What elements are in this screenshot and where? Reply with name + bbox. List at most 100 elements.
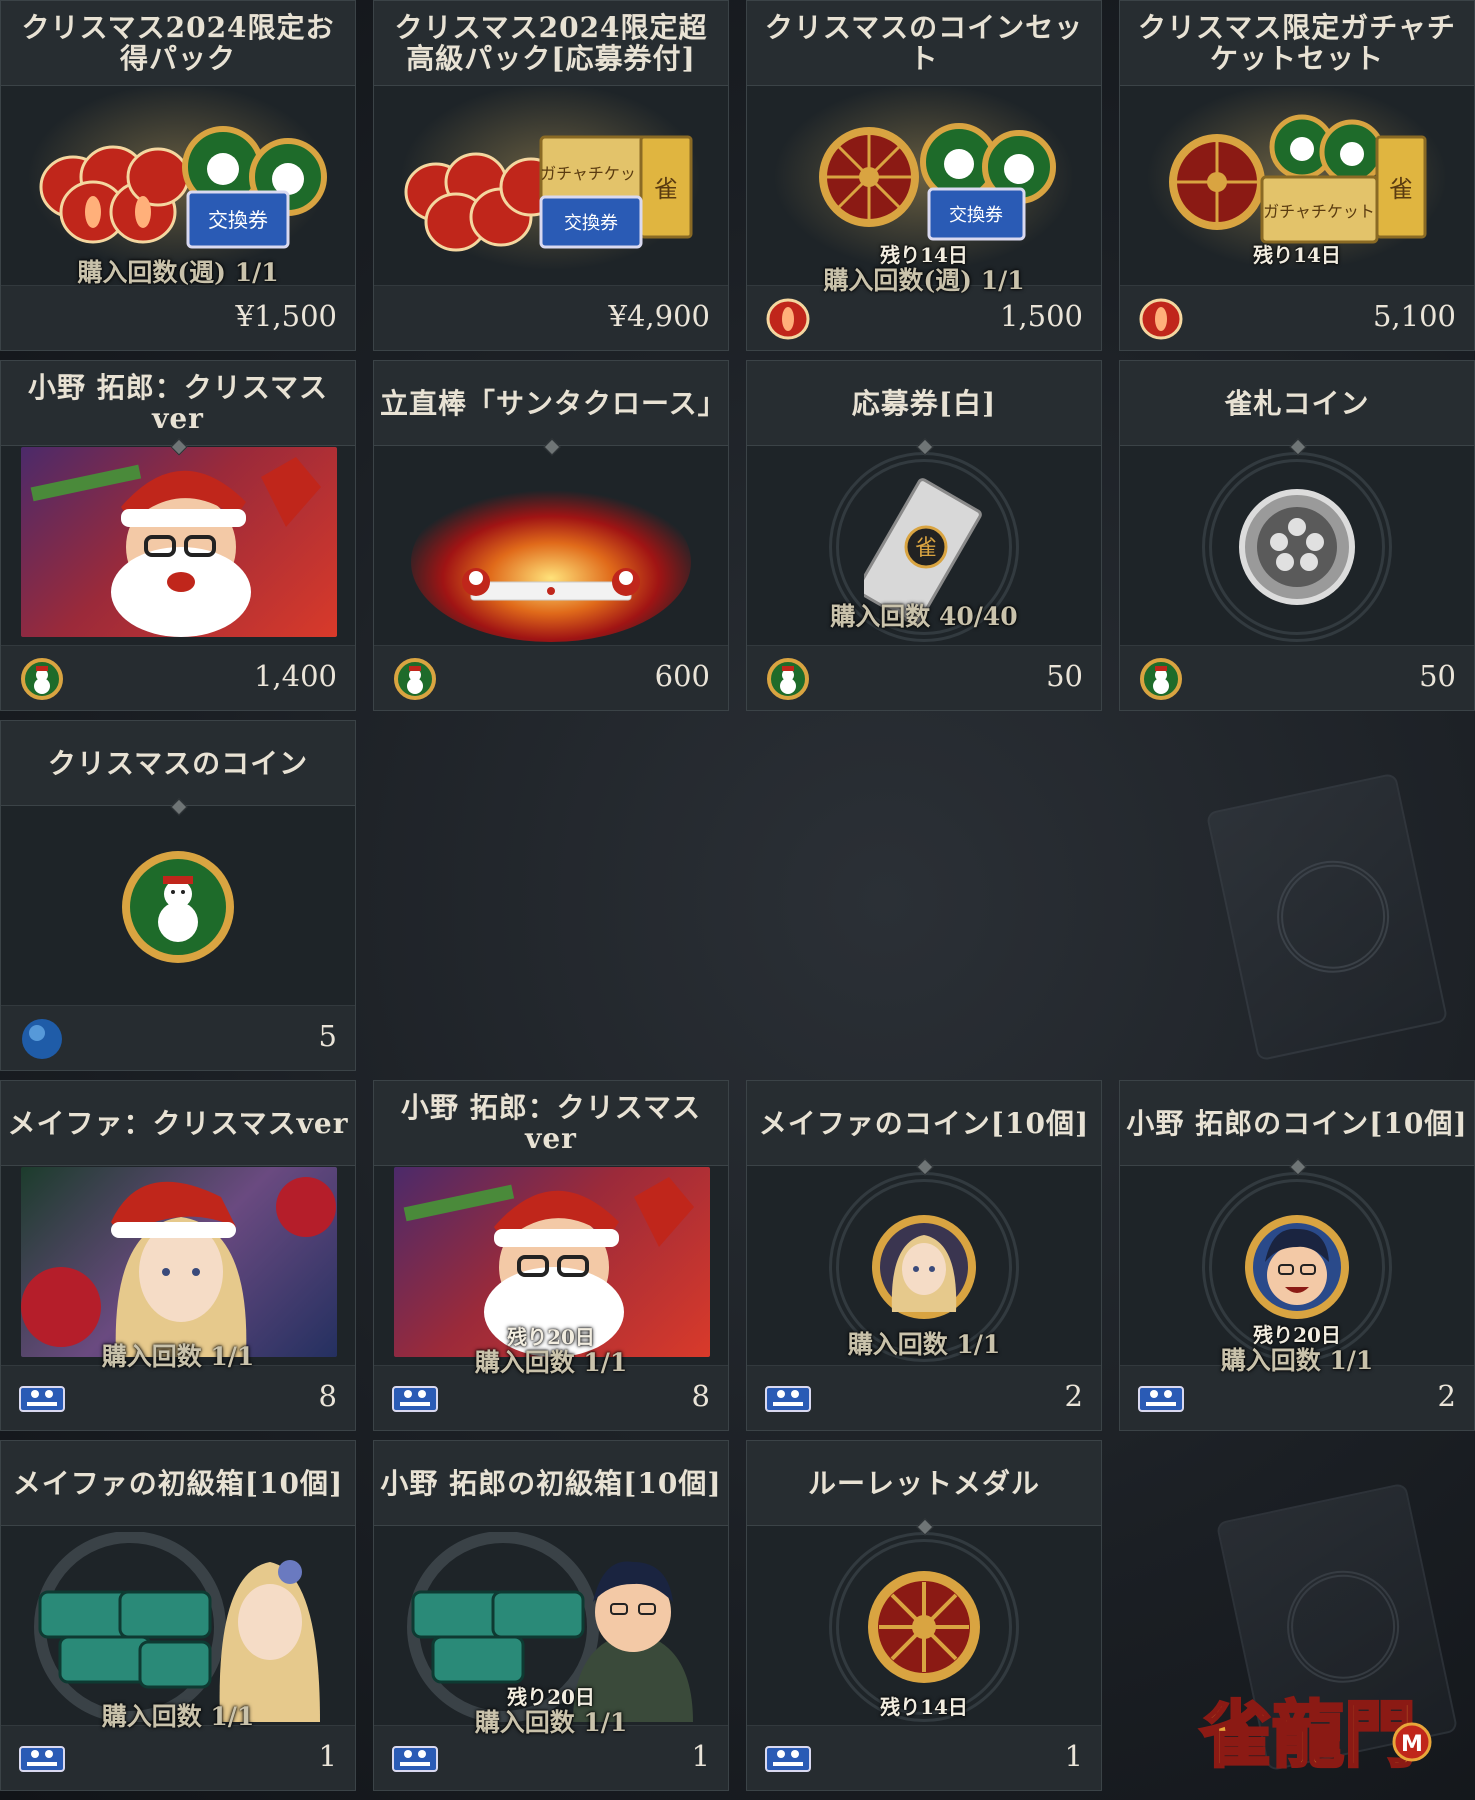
jan-ryu-mon-logo: 雀龍門 M bbox=[1199, 1691, 1432, 1779]
snowman-coin-icon bbox=[394, 658, 436, 700]
purchase-limit: 購入回数 1/1 bbox=[1220, 1346, 1374, 1375]
gem-icon bbox=[1139, 298, 1183, 340]
item-price: ¥1,500 bbox=[235, 299, 337, 333]
shop-item-card[interactable]: 小野 拓郎：クリスマスver 残り20日 購入回数 1/1 8 bbox=[373, 1080, 729, 1431]
shop-item-card[interactable]: ルーレットメダル 残り14日 1 bbox=[746, 1440, 1102, 1791]
svg-text:雀: 雀 bbox=[654, 175, 678, 203]
item-price: 1 bbox=[1064, 1739, 1083, 1773]
item-title: メイファ：クリスマスver bbox=[1, 1081, 355, 1166]
svg-text:雀龍門: 雀龍門 bbox=[1200, 1692, 1416, 1777]
item-image bbox=[1, 807, 355, 1007]
snowman-coin-icon bbox=[1140, 658, 1182, 700]
svg-text:ガチャチケット: ガチャチケット bbox=[1263, 202, 1375, 221]
item-price: 5,100 bbox=[1372, 299, 1456, 333]
shop-item-card[interactable]: クリスマス限定ガチャチケットセット ガチャチケット 雀 残り14日 5,100 bbox=[1119, 0, 1475, 351]
game-logo: 雀龍門 M bbox=[1190, 1680, 1440, 1780]
shop-item-card[interactable]: クリスマス2024限定超高級パック[応募券付] ガチャチケット 雀 交換券 ¥4… bbox=[373, 0, 729, 351]
ticket-icon bbox=[765, 1746, 811, 1772]
svg-text:雀: 雀 bbox=[1389, 175, 1413, 203]
item-title: 小野 拓郎：クリスマスver bbox=[374, 1081, 728, 1166]
item-title: メイファのコイン[10個] bbox=[747, 1081, 1101, 1166]
santa-character-image bbox=[30, 457, 321, 637]
shop-item-card[interactable]: クリスマスのコイン 5 bbox=[0, 720, 356, 1071]
item-title: メイファの初級箱[10個] bbox=[1, 1441, 355, 1526]
roulette-medal-icon bbox=[868, 1571, 980, 1683]
meifa-box-image bbox=[34, 1532, 320, 1722]
orb-icon bbox=[22, 1019, 62, 1059]
shop-item-card[interactable]: クリスマスのコインセット 交換券 残り14日 購入回数(週) 1/1 1,500 bbox=[746, 0, 1102, 351]
item-title: ルーレットメダル bbox=[747, 1441, 1101, 1526]
purchase-limit: 購入回数 1/1 bbox=[847, 1330, 1001, 1359]
shop-item-card[interactable]: メイファ：クリスマスver 購入回数 1/1 8 bbox=[0, 1080, 356, 1431]
item-title: クリスマス2024限定お得パック bbox=[1, 1, 355, 86]
item-footer: 600 bbox=[374, 645, 728, 710]
shop-item-card[interactable]: 小野 拓郎の初級箱[10個] 残り20日 購入回数 1/1 1 bbox=[373, 1440, 729, 1791]
item-title: 小野 拓郎：クリスマスver bbox=[1, 361, 355, 446]
character-portrait bbox=[21, 447, 337, 637]
item-price: 2 bbox=[1437, 1379, 1456, 1413]
item-footer: ¥4,900 bbox=[374, 285, 728, 350]
purchase-limit: 購入回数 1/1 bbox=[101, 1342, 255, 1371]
item-title: クリスマスのコイン bbox=[1, 721, 355, 806]
item-price: 8 bbox=[691, 1379, 710, 1413]
meifa-coin-icon bbox=[872, 1215, 976, 1319]
ticket-icon bbox=[392, 1746, 438, 1772]
item-title: 雀札コイン bbox=[1120, 361, 1474, 446]
shop-item-card[interactable]: 雀札コイン 50 bbox=[1119, 360, 1475, 711]
purchase-limit: 購入回数 1/1 bbox=[474, 1348, 628, 1377]
gem-icon bbox=[766, 298, 810, 340]
item-footer: 5,100 bbox=[1120, 285, 1474, 350]
ticket-icon bbox=[19, 1386, 65, 1412]
item-image bbox=[1120, 447, 1474, 647]
item-price: 50 bbox=[1419, 659, 1456, 693]
purchase-limit: 購入回数 1/1 bbox=[474, 1708, 628, 1737]
ticket-icon bbox=[19, 1746, 65, 1772]
item-image: ガチャチケット 雀 交換券 bbox=[374, 87, 728, 287]
shop-item-card[interactable]: クリスマス2024限定お得パック 交換券 購入回数(週) 1/1 ¥1,500 bbox=[0, 0, 356, 351]
item-title: クリスマス2024限定超高級パック[応募券付] bbox=[374, 1, 728, 86]
premium-pack-icon: ガチャチケット 雀 交換券 bbox=[404, 135, 693, 252]
item-title: 小野 拓郎の初級箱[10個] bbox=[374, 1441, 728, 1526]
purchase-limit: 購入回数(週) 1/1 bbox=[77, 258, 279, 287]
shop-item-card[interactable]: メイファの初級箱[10個] 購入回数 1/1 1 bbox=[0, 1440, 356, 1791]
ticket-icon bbox=[392, 1386, 438, 1412]
item-price: 8 bbox=[318, 1379, 337, 1413]
item-price: ¥4,900 bbox=[608, 299, 710, 333]
item-title: クリスマスのコインセット bbox=[747, 1, 1101, 86]
shop-item-card[interactable]: 立直棒「サンタクロース」 600 bbox=[373, 360, 729, 711]
meifa-character-image bbox=[21, 1177, 336, 1357]
item-footer: ¥1,500 bbox=[1, 285, 355, 350]
remaining-days: 残り14日 bbox=[880, 1695, 968, 1719]
item-title: クリスマス限定ガチャチケットセット bbox=[1120, 1, 1474, 86]
svg-text:雀: 雀 bbox=[915, 536, 937, 561]
item-footer: 1 bbox=[1, 1725, 355, 1790]
item-price: 1,400 bbox=[253, 659, 337, 693]
svg-text:交換券: 交換券 bbox=[564, 213, 618, 234]
item-title: 立直棒「サンタクロース」 bbox=[374, 361, 728, 446]
item-price: 5 bbox=[318, 1019, 337, 1053]
svg-text:交換券: 交換券 bbox=[949, 205, 1003, 226]
purchase-limit: 購入回数 1/1 bbox=[101, 1702, 255, 1731]
riichi-stick-icon bbox=[411, 482, 691, 642]
item-title: 小野 拓郎のコイン[10個] bbox=[1120, 1081, 1474, 1166]
ticket-icon bbox=[1138, 1386, 1184, 1412]
shop-item-card[interactable]: 小野 拓郎：クリスマスver 1,400 bbox=[0, 360, 356, 711]
shop-item-card[interactable]: 応募券[白] 雀 購入回数 40/40 50 bbox=[746, 360, 1102, 711]
item-footer: 1,400 bbox=[1, 645, 355, 710]
item-image bbox=[374, 447, 728, 647]
item-footer: 50 bbox=[747, 645, 1101, 710]
remaining-days: 残り14日 bbox=[1253, 243, 1341, 267]
shop-item-card[interactable]: メイファのコイン[10個] 購入回数 1/1 2 bbox=[746, 1080, 1102, 1431]
item-price: 600 bbox=[654, 659, 710, 693]
item-price: 2 bbox=[1064, 1379, 1083, 1413]
christmas-coin-icon bbox=[122, 851, 234, 963]
item-price: 1 bbox=[691, 1739, 710, 1773]
item-footer: 50 bbox=[1120, 645, 1474, 710]
svg-text:交換券: 交換券 bbox=[208, 208, 268, 232]
snowman-coin-icon bbox=[21, 658, 63, 700]
ono-coin-icon bbox=[1245, 1215, 1349, 1319]
snowman-coin-icon bbox=[767, 658, 809, 700]
gem-pack-icon: 交換券 bbox=[39, 126, 327, 249]
shop-item-card[interactable]: 小野 拓郎のコイン[10個] 残り20日 購入回数 1/1 2 bbox=[1119, 1080, 1475, 1431]
purchase-limit: 購入回数 40/40 bbox=[830, 602, 1018, 631]
